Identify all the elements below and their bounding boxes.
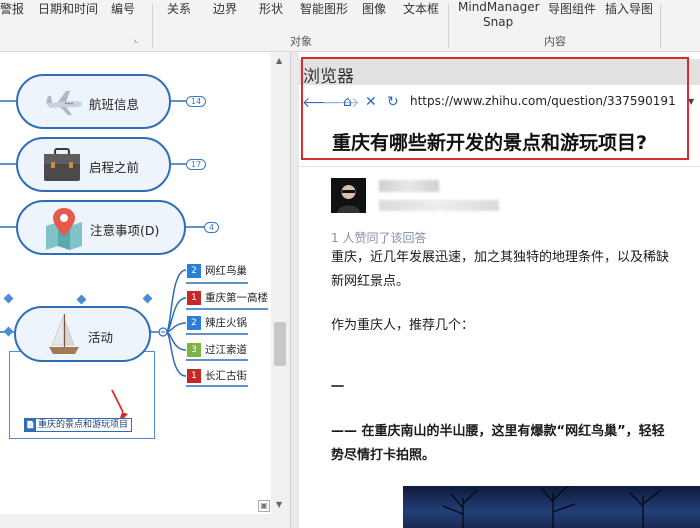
topic-before-departure[interactable]: 启程之前 xyxy=(16,137,171,192)
map-pin-icon xyxy=(46,208,82,250)
subtopic-item[interactable]: 1 长汇古街 xyxy=(187,368,247,384)
airplane-icon xyxy=(46,91,82,115)
count-badge[interactable]: 17 xyxy=(186,159,207,170)
sailboat-icon xyxy=(49,314,79,354)
browser-header: 浏览器 🡐 🡒 ⌂ ✕ ↻ https://www.zhihu.com/ques… xyxy=(299,52,700,162)
subtopic-item[interactable]: 1 重庆第一高楼 xyxy=(187,290,268,306)
group-label-objects: 对象 xyxy=(290,35,312,48)
note-text: 重庆的景点和游玩项目 xyxy=(38,420,129,430)
topic-label: 活动 xyxy=(88,330,114,345)
priority-icon: 1 xyxy=(187,369,201,383)
subtopic-item[interactable]: 3 过江索道 xyxy=(187,342,247,358)
scroll-down-icon[interactable]: ▼ xyxy=(276,500,282,509)
answer-paragraph: 新网红景点。 xyxy=(331,274,410,289)
author-bio-blurred xyxy=(379,200,499,211)
subtopic-label: 过江索道 xyxy=(205,344,247,356)
answer-paragraph: 势尽情打卡拍照。 xyxy=(331,448,436,463)
divider xyxy=(299,166,700,167)
horizontal-scrollbar[interactable] xyxy=(0,514,290,528)
ribbon-separator xyxy=(152,4,153,48)
note-icon: 📄 xyxy=(25,419,36,431)
subtopic-item[interactable]: 2 网红鸟巢 xyxy=(187,263,247,279)
ribbon-separator xyxy=(448,4,449,48)
browser-pane: 浏览器 🡐 🡒 ⌂ ✕ ↻ https://www.zhihu.com/ques… xyxy=(299,52,700,528)
answer-paragraph: 重庆，近几年发展迅速，加之其独特的地理条件，以及稀缺 xyxy=(331,250,670,265)
ribbon-date-time[interactable]: 日期和时间 xyxy=(38,0,98,17)
topic-activities[interactable]: 活动 xyxy=(14,306,151,362)
dialog-launcher-icon[interactable]: ⌞ xyxy=(134,35,138,45)
answer-photo xyxy=(403,486,700,528)
ribbon-insert-map[interactable]: 插入导图 xyxy=(605,0,653,17)
ribbon-map-parts[interactable]: 导图组件 xyxy=(548,0,596,17)
mindmap-canvas[interactable]: 航班信息 14 启程之前 17 注意事项(D) 4 活动 📄 重庆的景点和游玩项… xyxy=(0,52,290,528)
priority-icon: 2 xyxy=(187,316,201,330)
ribbon: 警报 日期和时间 编号 ⌞ 关系 边界 形状 智能图形 图像 文本框 对象 Mi… xyxy=(0,0,700,52)
ribbon-alerts[interactable]: 警报 xyxy=(0,0,24,17)
topic-note-link[interactable]: 📄 重庆的景点和游玩项目 xyxy=(24,418,132,432)
ribbon-mindmanager-snap[interactable]: MindManager xyxy=(458,0,540,14)
subtopic-label: 网红鸟巢 xyxy=(205,265,247,277)
ribbon-image[interactable]: 图像 xyxy=(362,0,386,17)
priority-icon: 3 xyxy=(187,343,201,357)
author-name-blurred xyxy=(379,180,439,192)
subtopic-item[interactable]: 2 辣庄火锅 xyxy=(187,315,247,331)
briefcase-icon xyxy=(44,148,80,181)
subtopic-label: 辣庄火锅 xyxy=(205,317,247,329)
ribbon-separator xyxy=(660,4,661,48)
ribbon-snap-label[interactable]: Snap xyxy=(483,15,513,29)
ribbon-relationship[interactable]: 关系 xyxy=(167,0,191,17)
answer-heading: 一 xyxy=(331,380,345,395)
answer-paragraph: 作为重庆人，推荐几个： xyxy=(331,318,475,333)
scrollbar-thumb[interactable] xyxy=(274,322,286,366)
avatar[interactable] xyxy=(331,178,366,213)
ribbon-smart-shapes[interactable]: 智能图形 xyxy=(300,0,348,17)
vote-count[interactable]: 1 人赞同了该回答 xyxy=(331,229,426,246)
photo-trees xyxy=(442,486,662,528)
map-overview-icon[interactable]: ▣ xyxy=(258,500,270,512)
priority-icon: 1 xyxy=(187,291,201,305)
topic-label: 启程之前 xyxy=(89,160,140,175)
topic-flight-info[interactable]: 航班信息 xyxy=(16,74,171,129)
group-label-content: 内容 xyxy=(544,35,566,48)
priority-icon: 2 xyxy=(187,264,201,278)
subtopic-label: 重庆第一高楼 xyxy=(205,292,268,304)
scroll-up-icon[interactable]: ▲ xyxy=(276,56,282,65)
count-badge[interactable]: 4 xyxy=(204,222,220,233)
vertical-scrollbar[interactable]: ▲ ▼ xyxy=(271,52,290,514)
count-badge[interactable]: 14 xyxy=(186,96,207,107)
topic-label: 航班信息 xyxy=(89,97,140,112)
pane-splitter[interactable] xyxy=(290,52,299,528)
topic-label: 注意事项(D) xyxy=(90,223,160,238)
highlight-annotation xyxy=(301,57,689,160)
subtopic-label: 长汇古街 xyxy=(205,370,247,382)
answer-paragraph: —— 在重庆南山的半山腰，这里有爆款“网红鸟巢”，轻轻 xyxy=(331,424,665,439)
ribbon-shapes[interactable]: 形状 xyxy=(259,0,283,17)
ribbon-numbering[interactable]: 编号 xyxy=(111,0,135,17)
ribbon-textbox[interactable]: 文本框 xyxy=(403,0,439,17)
topic-notes[interactable]: 注意事项(D) xyxy=(16,200,186,255)
avatar-image xyxy=(337,185,360,213)
ribbon-boundary[interactable]: 边界 xyxy=(213,0,237,17)
